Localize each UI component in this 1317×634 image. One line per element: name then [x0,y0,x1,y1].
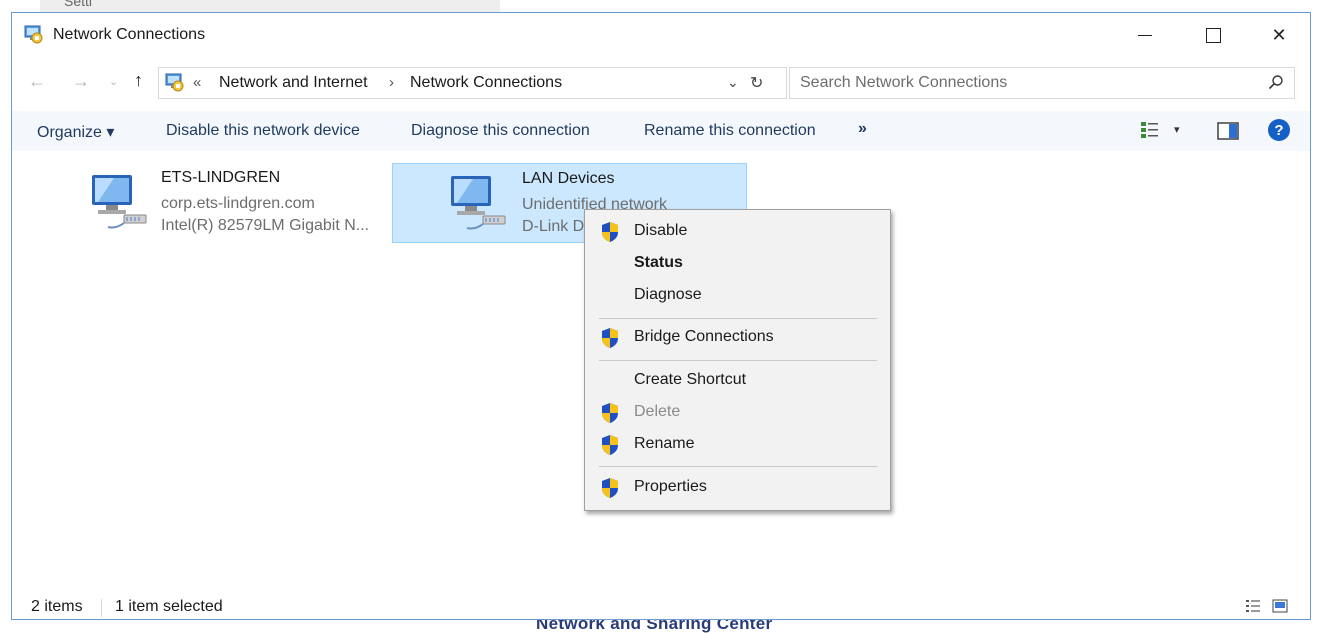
status-divider [101,599,102,617]
selected-count: 1 item selected [115,598,223,615]
menu-item-label: Status [634,254,683,271]
view-options-dropdown[interactable]: ▾ [1174,123,1180,136]
menu-item-diagnose[interactable]: Diagnose [587,282,887,310]
menu-item-bridge-connections[interactable]: Bridge Connections [587,324,887,352]
navigation-bar: ← → ⌄ ↑ « Network and Internet › Network… [12,63,1310,103]
menu-item-disable[interactable]: Disable [587,218,887,246]
menu-separator [599,466,877,467]
menu-item-label: Bridge Connections [634,328,774,345]
menu-item-label: Properties [634,478,707,495]
large-icons-view-icon[interactable] [1272,599,1288,613]
menu-item-label: Create Shortcut [634,371,747,388]
more-commands-button[interactable]: » [858,120,867,138]
uac-shield-icon [602,478,618,498]
command-bar: Organize ▾ Disable this network device D… [12,111,1310,151]
up-button[interactable]: ↑ [134,70,143,91]
maximize-button[interactable] [1189,13,1237,57]
menu-item-label: Rename [634,435,695,452]
menu-item-label: Diagnose [634,286,702,303]
uac-shield-icon [602,328,618,348]
address-bar[interactable]: « Network and Internet › Network Connect… [158,67,787,99]
breadcrumb-network-and-internet[interactable]: Network and Internet [219,74,368,92]
forward-button[interactable]: → [72,71,90,92]
network-connections-icon [165,73,184,92]
background-window-title: Setti [64,0,93,9]
connection-device: Intel(R) 82579LM Gigabit N... [161,217,370,234]
address-overflow-chevron[interactable]: « [193,74,201,91]
connection-name: ETS-LINDGREN [161,169,281,186]
change-view-icon[interactable] [1139,119,1161,141]
connection-network: corp.ets-lindgren.com [161,195,315,212]
menu-item-label: Delete [634,403,681,420]
preview-pane-icon[interactable] [1217,122,1239,140]
connection-ets-lindgren[interactable]: ETS-LINDGREN corp.ets-lindgren.com Intel… [72,163,392,243]
back-button[interactable]: ← [28,71,46,92]
item-count: 2 items [31,598,83,615]
network-adapter-icon [451,176,506,230]
network-adapter-icon [92,175,147,229]
menu-item-delete: Delete [587,399,887,427]
menu-item-label: Disable [634,222,688,239]
uac-shield-icon [602,435,618,455]
uac-shield-icon [602,222,618,242]
network-connections-icon [24,25,43,44]
search-box[interactable]: Search Network Connections [789,67,1295,99]
diagnose-connection-button[interactable]: Diagnose this connection [411,122,590,140]
menu-item-create-shortcut[interactable]: Create Shortcut [587,367,887,395]
search-input[interactable]: Search Network Connections [800,74,1007,92]
status-bar: 2 items 1 item selected [12,591,1310,621]
connection-device: D-Link D [522,218,585,235]
menu-separator [599,360,877,361]
recent-locations-button[interactable]: ⌄ [109,75,118,88]
help-button[interactable]: ? [1268,119,1290,141]
menu-item-status[interactable]: Status [587,250,887,278]
breadcrumb-separator[interactable]: › [389,74,394,91]
menu-item-rename[interactable]: Rename [587,431,887,459]
breadcrumb-network-connections[interactable]: Network Connections [410,74,562,92]
minimize-button[interactable] [1121,13,1169,57]
uac-shield-icon [602,403,618,423]
address-dropdown-button[interactable]: ⌄ [727,74,739,91]
refresh-button[interactable]: ↻ [750,73,763,93]
rename-connection-button[interactable]: Rename this connection [644,122,816,140]
context-menu: Disable Status Diagnose Bridge Connectio… [584,209,891,511]
details-view-icon[interactable] [1245,599,1261,613]
connection-name: LAN Devices [522,170,615,187]
menu-separator [599,318,877,319]
menu-item-properties[interactable]: Properties [587,474,887,502]
window-title: Network Connections [53,26,206,43]
title-bar: Network Connections ✕ [12,13,1310,57]
organize-button[interactable]: Organize ▾ [37,122,114,142]
close-button[interactable]: ✕ [1255,13,1303,57]
disable-network-device-button[interactable]: Disable this network device [166,122,360,140]
search-icon[interactable] [1268,74,1284,90]
